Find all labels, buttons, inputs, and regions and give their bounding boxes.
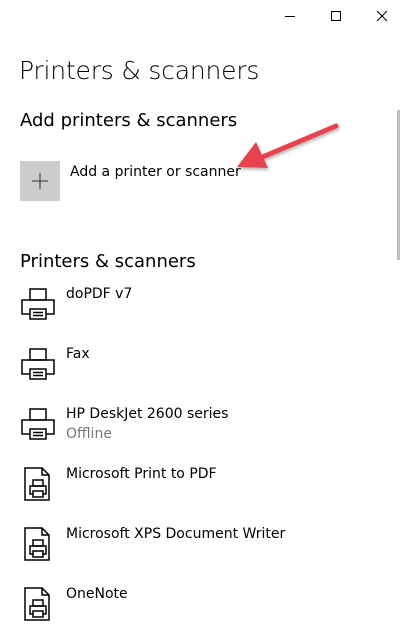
plus-icon — [32, 173, 48, 189]
printer-name: Microsoft Print to PDF — [66, 466, 217, 482]
minimize-button[interactable] — [267, 0, 313, 32]
page-title: Printers & scanners — [19, 56, 260, 85]
annotation-arrow-icon — [237, 123, 339, 168]
add-printer-label[interactable]: Add a printer or scanner — [70, 164, 241, 180]
list-item[interactable]: Microsoft Print to PDF — [20, 466, 380, 516]
list-section-heading: Printers & scanners — [20, 251, 196, 272]
list-item[interactable]: Microsoft XPS Document Writer — [20, 526, 380, 576]
title-bar — [0, 0, 405, 32]
close-button[interactable] — [359, 0, 405, 32]
list-item[interactable]: doPDF v7 — [20, 286, 380, 336]
printer-name: OneNote — [66, 586, 128, 602]
document-printer-icon — [24, 587, 50, 621]
minimize-icon — [285, 16, 295, 17]
printer-name: Fax — [66, 346, 90, 362]
document-printer-icon — [24, 467, 50, 501]
close-icon — [376, 10, 388, 22]
list-item[interactable]: OneNote — [20, 586, 380, 636]
printer-name: doPDF v7 — [66, 286, 133, 302]
printer-status: Offline — [66, 426, 112, 442]
maximize-icon — [331, 11, 341, 21]
add-section-heading: Add printers & scanners — [20, 110, 238, 131]
add-printer-button[interactable] — [20, 161, 60, 201]
printer-icon — [21, 408, 55, 440]
document-printer-icon — [24, 527, 50, 561]
printer-icon — [21, 288, 55, 320]
printer-icon — [21, 348, 55, 380]
scrollbar[interactable] — [397, 110, 400, 260]
maximize-button[interactable] — [313, 0, 359, 32]
printer-name: Microsoft XPS Document Writer — [66, 526, 286, 542]
printer-name: HP DeskJet 2600 series — [66, 406, 229, 422]
list-item[interactable]: Fax — [20, 346, 380, 396]
list-item[interactable]: HP DeskJet 2600 series Offline — [20, 406, 380, 456]
